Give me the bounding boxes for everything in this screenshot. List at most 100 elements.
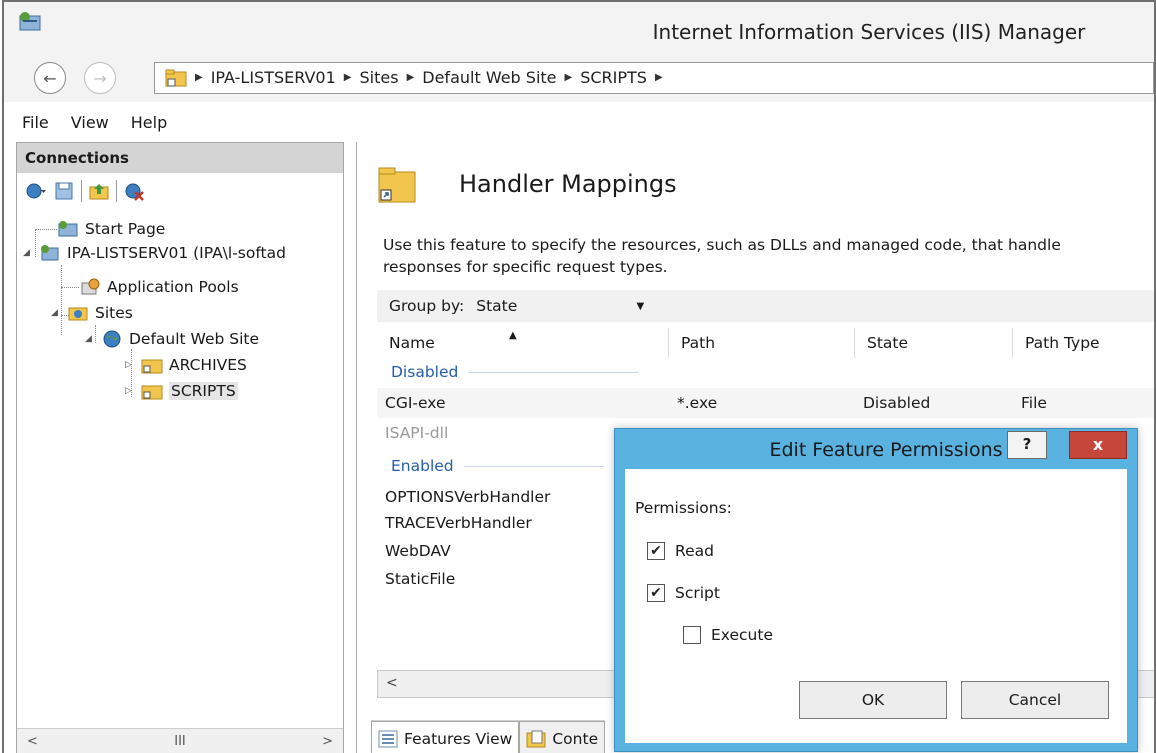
window-title: Internet Information Services (IIS) Mana… [652, 20, 1086, 44]
connect-icon[interactable] [25, 180, 47, 202]
horizontal-scrollbar[interactable]: < III > [17, 728, 343, 753]
group-by-value: State [476, 297, 518, 315]
script-checkbox[interactable]: ✔ [647, 584, 665, 602]
save-icon[interactable] [53, 180, 75, 202]
column-header-path-type[interactable]: Path Type [1013, 328, 1154, 358]
cell-state: Disabled [863, 394, 931, 412]
dialog-body: Permissions: ✔ Read ✔ Script Execute OK … [625, 469, 1127, 743]
breadcrumb-separator-icon: ▶ [564, 72, 573, 83]
breadcrumb-separator-icon[interactable]: ▶ [655, 68, 663, 87]
cell-path: *.exe [677, 394, 718, 412]
tree-item-start-page[interactable]: Start Page [57, 217, 165, 241]
menu-view[interactable]: View [71, 113, 109, 132]
breadcrumb-scripts[interactable]: SCRIPTS [580, 68, 647, 87]
tree-item-label: Sites [95, 304, 133, 322]
tree-item-label: IPA-LISTSERV01 (IPA\l-softad [67, 244, 286, 262]
menu-help[interactable]: Help [131, 113, 167, 132]
tab-label: Conte [552, 729, 599, 748]
breadcrumb-separator-icon: ▶ [195, 72, 203, 83]
column-header-path[interactable]: Path [669, 328, 855, 358]
checkmark-icon: ✔ [650, 543, 662, 559]
close-button[interactable]: x [1069, 431, 1127, 459]
tab-features-view[interactable]: Features View [371, 721, 520, 753]
forward-button[interactable]: → [84, 62, 116, 94]
collapse-icon[interactable]: ◢ [23, 248, 33, 258]
tree-item-sites[interactable]: ◢ Sites [51, 301, 133, 325]
tree-item-label: ARCHIVES [169, 356, 247, 374]
breadcrumb-default-web-site[interactable]: Default Web Site [422, 68, 556, 87]
group-header-disabled[interactable]: Disabled [377, 358, 1154, 386]
up-folder-icon[interactable] [88, 180, 110, 202]
server-icon [41, 245, 59, 261]
read-checkbox-row[interactable]: ✔ Read [647, 542, 714, 560]
collapse-icon[interactable]: ◢ [51, 308, 61, 318]
breadcrumb-sites[interactable]: Sites [360, 68, 399, 87]
sort-ascending-icon: ▲ [509, 330, 517, 341]
navigation-bar: ← → ▶ IPA-LISTSERV01 ▶ Sites ▶ Default W… [4, 56, 1154, 102]
cell-name: WebDAV [385, 542, 451, 560]
column-header-state[interactable]: State [855, 328, 1013, 358]
tree-item-scripts[interactable]: ▷ SCRIPTS [125, 379, 238, 403]
scroll-thumb[interactable]: III [174, 734, 186, 749]
script-label: Script [675, 584, 720, 602]
feature-description: Use this feature to specify the resource… [383, 236, 1061, 276]
script-checkbox-row[interactable]: ✔ Script [647, 584, 720, 602]
execute-label: Execute [711, 626, 773, 644]
tree-item-default-web-site[interactable]: ◢ Default Web Site [85, 327, 259, 351]
scroll-right-icon[interactable]: > [322, 734, 333, 749]
title-bar: Internet Information Services (IIS) Mana… [4, 2, 1154, 64]
cell-name: CGI-exe [385, 394, 446, 412]
group-by-select[interactable]: State ▼ [474, 293, 650, 319]
menu-file[interactable]: File [22, 113, 49, 132]
breadcrumb-server[interactable]: IPA-LISTSERV01 [211, 68, 336, 87]
cell-name: OPTIONSVerbHandler [385, 488, 551, 506]
read-checkbox[interactable]: ✔ [647, 542, 665, 560]
cell-name: ISAPI-dll [385, 424, 449, 442]
execute-checkbox-row[interactable]: Execute [683, 626, 773, 644]
column-header-label: Path Type [1025, 334, 1100, 352]
page-title: Handler Mappings [459, 170, 677, 198]
scroll-left-icon[interactable]: < [386, 675, 398, 691]
execute-checkbox[interactable] [683, 626, 701, 644]
expand-icon[interactable]: ▷ [125, 386, 135, 396]
menu-bar: File View Help [4, 106, 1154, 138]
group-label: Enabled [391, 457, 454, 475]
iis-manager-window: Internet Information Services (IIS) Mana… [2, 0, 1156, 753]
edit-feature-permissions-dialog: Edit Feature Permissions ? x Permissions… [614, 428, 1138, 752]
tab-label: Features View [404, 729, 513, 748]
tree-item-server[interactable]: ◢ IPA-LISTSERV01 (IPA\l-softad [23, 241, 286, 265]
tree-item-archives[interactable]: ▷ ARCHIVES [125, 353, 247, 377]
tree-item-label: SCRIPTS [169, 382, 238, 400]
group-by-bar: Group by: State ▼ [377, 290, 1154, 322]
arrow-right-icon: → [93, 68, 107, 88]
checkmark-icon: ✔ [650, 585, 662, 601]
features-view-icon [378, 730, 398, 747]
tree-line [61, 287, 79, 288]
ok-button[interactable]: OK [799, 681, 947, 719]
table-row[interactable]: CGI-exe *.exe Disabled File [377, 388, 1154, 418]
group-label: Disabled [391, 363, 459, 381]
disconnect-icon[interactable] [123, 180, 145, 202]
group-divider [468, 371, 639, 373]
breadcrumb-separator-icon: ▶ [343, 72, 352, 83]
tree-item-label: Application Pools [107, 278, 239, 296]
handler-mappings-icon [378, 167, 416, 203]
tab-content-view[interactable]: Conte [519, 721, 606, 753]
column-header-name[interactable]: Name ▲ [377, 328, 669, 358]
start-page-icon [58, 221, 78, 237]
cell-name: StaticFile [385, 570, 456, 588]
expand-icon[interactable]: ▷ [125, 360, 135, 370]
address-bar[interactable]: ▶ IPA-LISTSERV01 ▶ Sites ▶ Default Web S… [154, 62, 1154, 94]
globe-icon [103, 330, 121, 348]
scroll-left-icon[interactable]: < [27, 734, 38, 749]
tree-item-application-pools[interactable]: Application Pools [79, 275, 239, 299]
back-button[interactable]: ← [34, 62, 66, 94]
help-button[interactable]: ? [1007, 431, 1047, 459]
collapse-icon[interactable]: ◢ [85, 334, 95, 344]
cancel-button[interactable]: Cancel [961, 681, 1109, 719]
cell-path-type: File [1021, 394, 1047, 412]
column-header-label: State [867, 334, 909, 352]
tree-item-label: Default Web Site [129, 330, 260, 348]
folder-icon [141, 385, 163, 400]
group-by-label: Group by: [389, 297, 465, 315]
